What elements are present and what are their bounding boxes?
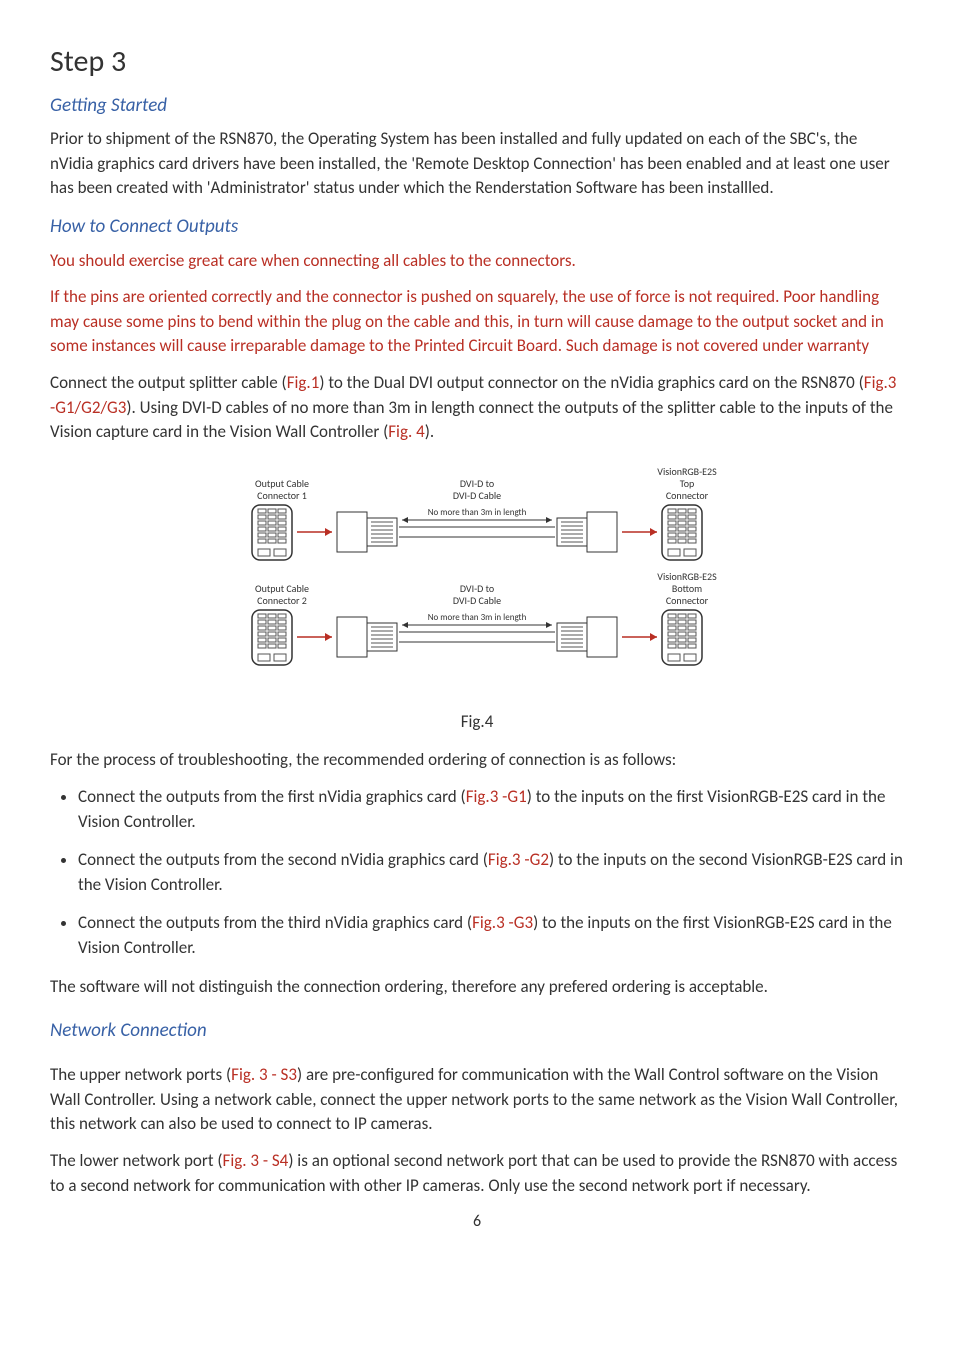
figure-reference: Fig. 4 (388, 421, 424, 442)
warning-paragraph-1: You should exercise great care when conn… (50, 249, 904, 274)
list-item: Connect the outputs from the third nVidi… (78, 911, 904, 960)
how-to-connect-heading: How to Connect Outputs (50, 213, 904, 241)
page-title: Step 3 (50, 40, 904, 84)
list-item: Connect the outputs from the second nVid… (78, 848, 904, 897)
diagram-label: Connector 1 (257, 489, 307, 502)
diagram-label: DVI-D Cable (453, 489, 501, 502)
ordering-note: The software will not distinguish the co… (50, 975, 904, 1000)
network-paragraph-2: The lower network port (Fig. 3 - S4) is … (50, 1149, 904, 1198)
text-fragment: The upper network ports ( (50, 1064, 231, 1085)
figure-caption: Fig.4 (197, 710, 757, 735)
getting-started-heading: Getting Started (50, 92, 904, 120)
troubleshooting-list: Connect the outputs from the first nVidi… (50, 785, 904, 961)
figure-reference: Fig.3 -G3 (472, 912, 533, 933)
figure-reference: Fig. 3 - S4 (223, 1150, 289, 1171)
connection-diagram-icon: Output Cable Connector 1 DVI-D to DVI-D … (197, 465, 757, 700)
text-fragment: Connect the output splitter cable ( (50, 372, 287, 393)
text-fragment: Connect the outputs from the second nVid… (78, 849, 488, 870)
text-fragment: Connect the outputs from the first nVidi… (78, 786, 466, 807)
network-connection-heading: Network Connection (50, 1017, 904, 1045)
diagram-label: No more than 3m in length (428, 507, 527, 518)
diagram-label: Connector (666, 489, 709, 502)
figure-reference: Fig.3 -G2 (488, 849, 549, 870)
diagram-label: Connector (666, 594, 709, 607)
connect-instruction-paragraph: Connect the output splitter cable (Fig.1… (50, 371, 904, 445)
figure-reference: Fig.3 -G1 (466, 786, 527, 807)
diagram-label: DVI-D Cable (453, 594, 501, 607)
figure-4-container: Output Cable Connector 1 DVI-D to DVI-D … (50, 465, 904, 734)
page-number: 6 (50, 1210, 904, 1233)
list-item: Connect the outputs from the first nVidi… (78, 785, 904, 834)
figure-reference: Fig. 3 - S3 (231, 1064, 297, 1085)
figure-reference: Fig.1 (287, 372, 320, 393)
diagram-label: No more than 3m in length (428, 612, 527, 623)
text-fragment: The lower network port ( (50, 1150, 223, 1171)
warning-paragraph-2: If the pins are oriented correctly and t… (50, 285, 904, 359)
text-fragment: Connect the outputs from the third nVidi… (78, 912, 472, 933)
troubleshooting-intro: For the process of troubleshooting, the … (50, 748, 904, 773)
text-fragment: ). (425, 421, 434, 442)
text-fragment: ). Using DVI-D cables of no more than 3m… (50, 397, 893, 443)
diagram-label: Connector 2 (257, 594, 307, 607)
getting-started-paragraph: Prior to shipment of the RSN870, the Ope… (50, 127, 904, 201)
text-fragment: ) to the Dual DVI output connector on th… (319, 372, 863, 393)
network-paragraph-1: The upper network ports (Fig. 3 - S3) ar… (50, 1063, 904, 1137)
